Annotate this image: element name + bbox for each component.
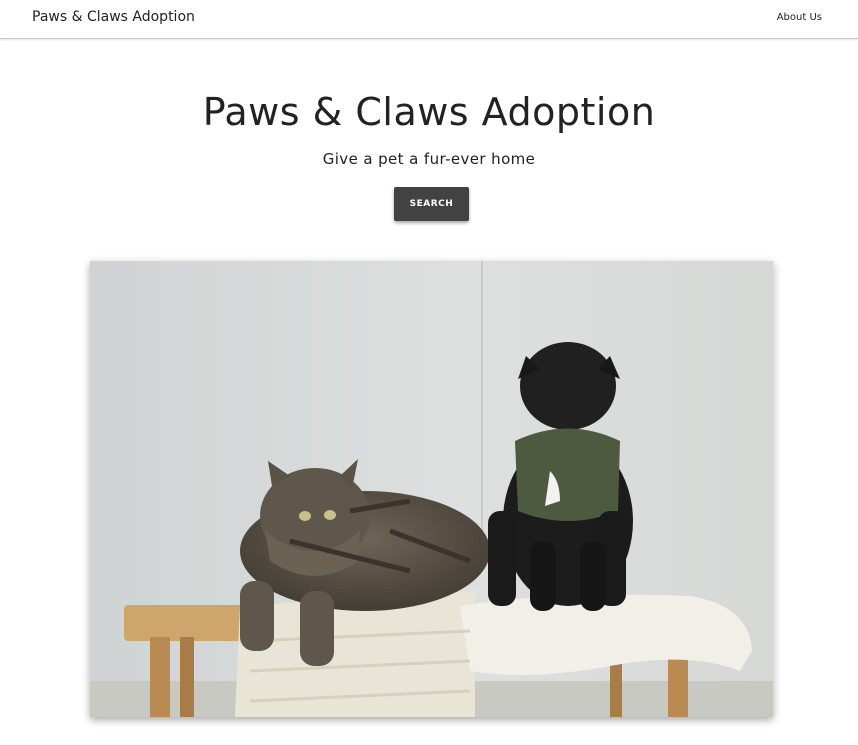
hero-photo	[90, 261, 773, 717]
search-button[interactable]: SEARCH	[394, 187, 469, 221]
hero-subtitle: Give a pet a fur-ever home	[322, 150, 536, 168]
hero-title: Paws & Claws Adoption	[202, 90, 656, 134]
nav-link-about-us[interactable]: About Us	[777, 12, 822, 23]
top-navbar: Paws & Claws Adoption About Us	[0, 0, 858, 39]
brand-link[interactable]: Paws & Claws Adoption	[32, 9, 195, 25]
pets-photo-illustration	[90, 261, 773, 717]
